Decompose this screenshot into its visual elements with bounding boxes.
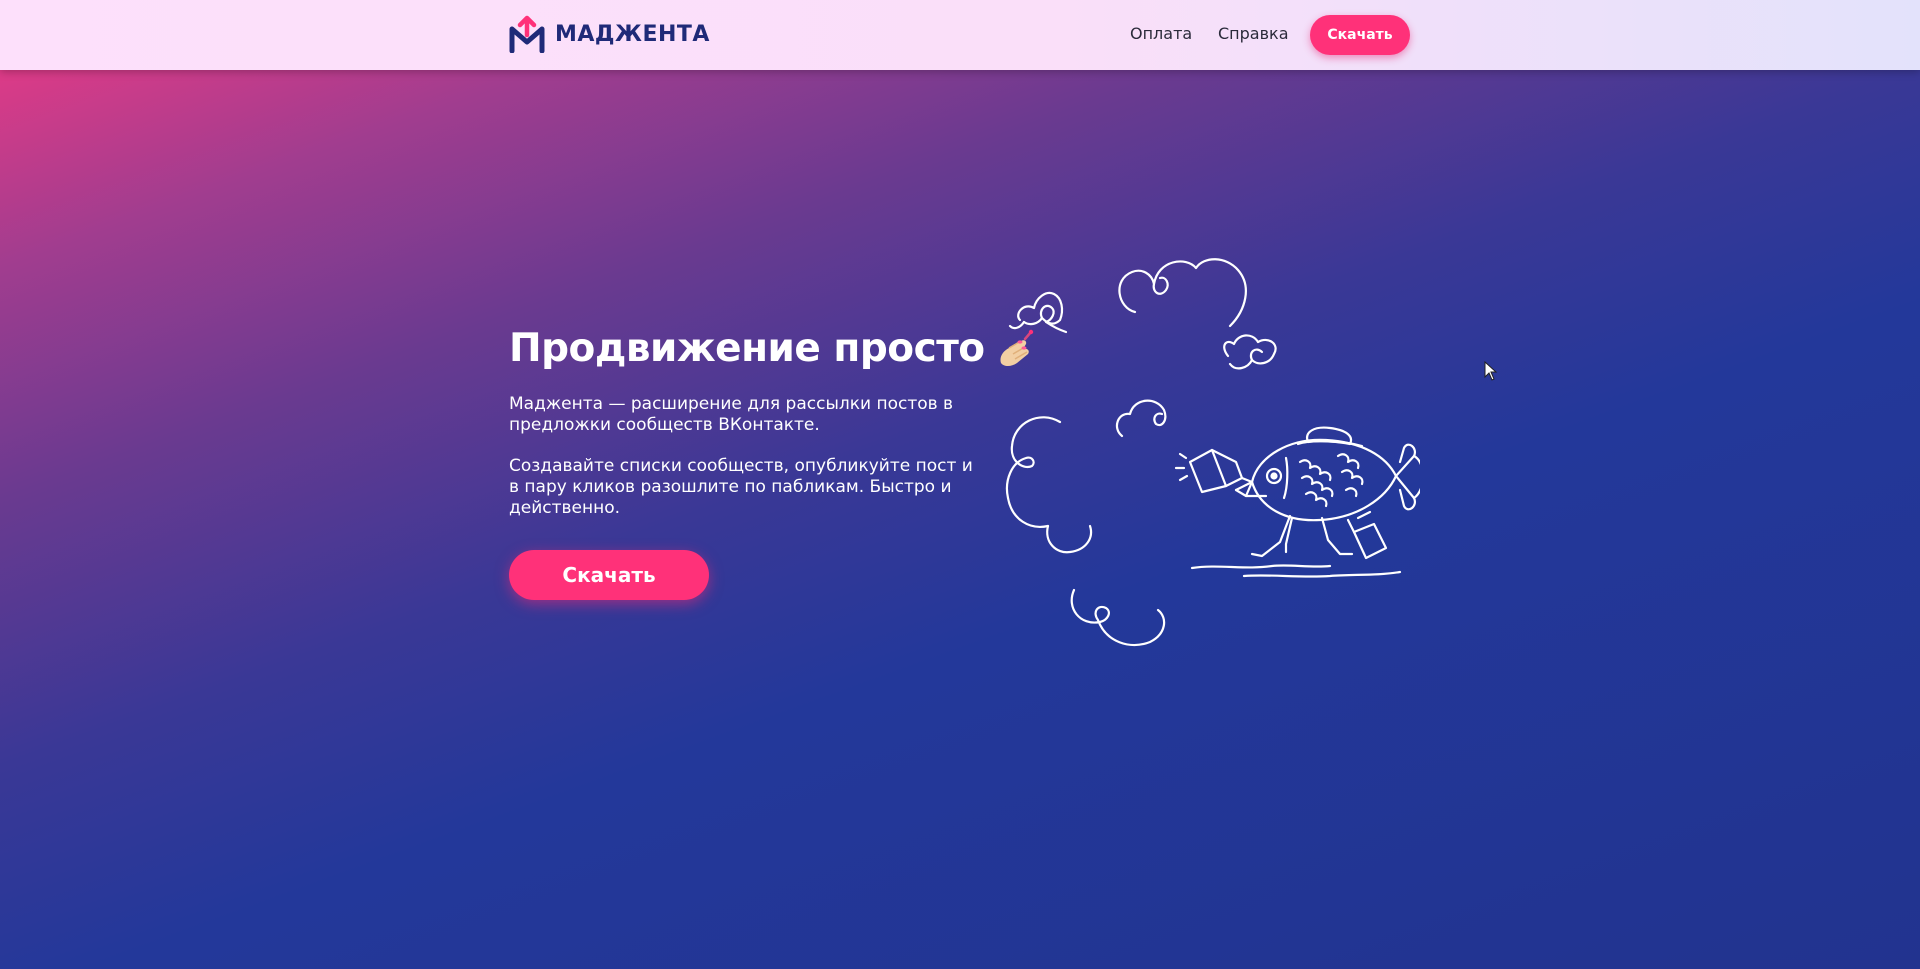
hero-download-button[interactable]: Скачать [509, 550, 709, 600]
hero-details: Создавайте списки сообществ, опубликуйте… [509, 456, 973, 518]
nav-download-button[interactable]: Скачать [1310, 15, 1410, 55]
logo-icon [509, 15, 545, 53]
fish-body [1250, 438, 1398, 522]
hero-title-text: Продвижение просто [509, 326, 985, 371]
megaphone [1188, 448, 1228, 494]
suitcase [1352, 522, 1388, 560]
fish-megaphone-illustration [1005, 258, 1420, 647]
cloud-left [1005, 416, 1062, 528]
hero-description: Маджента — расширение для рассылки посто… [509, 394, 954, 435]
bird-left [1017, 291, 1064, 326]
cloud-mid [1115, 399, 1167, 438]
cloud-bottom [1070, 588, 1166, 647]
mouse-cursor-icon [1484, 361, 1498, 381]
brand-logo-link[interactable]: МАДЖЕНТА [509, 14, 710, 54]
hero-title: Продвижение просто [509, 326, 1035, 371]
nav-link-help[interactable]: Справка [1218, 24, 1289, 43]
top-navbar: МАДЖЕНТА Оплата Справка Скачать [0, 0, 1920, 70]
fish-legs [1250, 514, 1354, 558]
nav-link-payment[interactable]: Оплата [1130, 24, 1192, 43]
brand-name: МАДЖЕНТА [555, 21, 710, 47]
bird-right [1223, 334, 1277, 370]
cloud-top [1118, 258, 1247, 328]
